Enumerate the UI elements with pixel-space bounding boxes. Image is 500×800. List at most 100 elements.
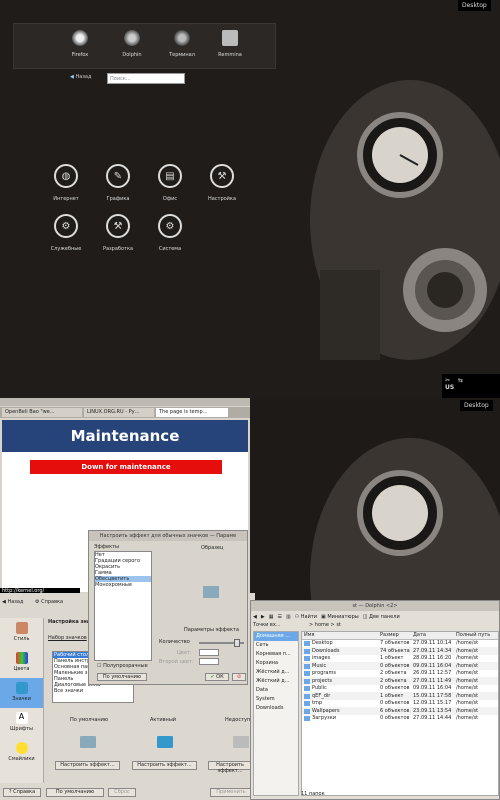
file-size: 74 объекта [380, 647, 410, 654]
table-row[interactable]: projects 2 объекта 27.09.11 11:49/home/st [302, 677, 498, 685]
col-size[interactable]: Размер [380, 632, 413, 638]
desktop-widget-badge-2[interactable]: Desktop [460, 400, 493, 411]
tray-network-icon[interactable]: ✂ [445, 377, 450, 384]
nav-help-button[interactable]: ⚙ Справка [35, 599, 63, 605]
back-arrow-icon: ◀ [70, 74, 74, 80]
thumbnails-button[interactable]: ▣ Миниатюры [321, 614, 359, 620]
icon-sets-tab[interactable]: Набор значков [48, 635, 87, 641]
table-row[interactable]: Wallpapers 6 объектов 23.09.11 13:54/home/… [302, 707, 498, 715]
table-row[interactable]: tmp 0 объектов 12.09.11 15:17/home/st [302, 700, 498, 708]
category-system[interactable]: ⚙ Система [145, 214, 195, 252]
sidebar-item-fonts[interactable]: A Шрифты [0, 708, 43, 738]
places-header: Точки вх... [253, 622, 281, 628]
place-home[interactable]: Домашняя ... [254, 632, 298, 641]
table-row[interactable]: Public 0 объектов 09.09.11 16:04/home/st [302, 685, 498, 693]
category-settings[interactable]: ⚒ Настройка [197, 164, 247, 202]
effects-list[interactable]: Нет Градации серого Окрасить Гамма Обесц… [94, 551, 152, 661]
view-icons-icon[interactable]: ▦ [269, 614, 274, 620]
set-effect-disabled-button[interactable]: Настроить эффект... [208, 761, 252, 774]
back-label: Назад [75, 74, 92, 80]
sidebar-item-emoticons[interactable]: Смайлики [0, 738, 43, 768]
file-size: 0 объектов [380, 715, 410, 722]
set-effect-active-button[interactable]: Настроить эффект... [132, 761, 197, 770]
set-effect-default-button[interactable]: Настроить эффект... [55, 761, 120, 770]
dolphin-titlebar: st — Dolphin <2> [251, 601, 499, 611]
back-button[interactable]: ◀ Назад [70, 74, 91, 80]
category-development[interactable]: ⚒ Разработка [93, 214, 143, 252]
table-row[interactable]: qEF_dir 1 объект 15.09.11 17:58/home/st [302, 692, 498, 700]
table-row[interactable]: images 1 объект 28.09.11 16:20/home/st [302, 655, 498, 663]
favorite-firefox[interactable]: Firefox [55, 30, 105, 58]
help-button[interactable]: ? Справка [3, 788, 41, 797]
search-label: Найти [300, 613, 317, 620]
category-office[interactable]: ▤ Офис [145, 164, 195, 202]
place-downloads[interactable]: Downloads [254, 704, 298, 713]
tab-maintenance[interactable]: The page is temp... [156, 408, 228, 417]
place-system[interactable]: System [254, 695, 298, 704]
back-icon[interactable]: ◀ [253, 614, 257, 620]
split-icon: ◫ [362, 613, 368, 620]
sidebar-item-style[interactable]: Стиль [0, 618, 43, 648]
file-list: Имя Размер Дата Полный путь Desktop 7 объ… [301, 631, 499, 796]
tab-linux-org[interactable]: LINUX.ORG.RU - Ру... [84, 408, 154, 417]
nav-help-label: Справка [41, 599, 64, 605]
apply-button[interactable]: Применить [210, 788, 252, 797]
effects-label: Эффекты [94, 544, 119, 550]
sidebar-item-icons[interactable]: Значки [0, 678, 43, 708]
place-disk2[interactable]: Жёсткий д... [254, 677, 298, 686]
sidebar-item-colors[interactable]: Цвета [0, 648, 43, 678]
favorite-remmina[interactable]: Remmina [205, 30, 255, 58]
effect-item[interactable]: Монохромные [95, 582, 151, 588]
search-button[interactable]: ⚇ Найти [295, 614, 317, 620]
list-item[interactable]: Все значки [53, 688, 133, 694]
file-size: 0 объектов [380, 700, 410, 707]
category-internet[interactable]: ◍ Интернет [41, 164, 91, 202]
view-columns-icon[interactable]: ▥ [286, 614, 291, 620]
favorite-terminal[interactable]: Терминал [157, 30, 207, 58]
maintenance-banner: Down for maintenance [30, 460, 222, 474]
table-row[interactable]: Music 0 объектов 09.09.11 16:04/home/st [302, 662, 498, 670]
semi-checkbox[interactable]: ☐ Полупрозрачные [97, 663, 148, 669]
col-date[interactable]: Дата [413, 632, 456, 638]
folder-preview-active [157, 736, 173, 748]
keyboard-layout[interactable]: US [445, 384, 454, 391]
binoculars-icon: ⚇ [294, 613, 300, 620]
table-row[interactable]: programs 2 объекта 26.09.11 12:57/home/st [302, 670, 498, 678]
col-name[interactable]: Имя [302, 632, 380, 638]
split-label: Две панели [369, 613, 400, 620]
split-button[interactable]: ◫ Две панели [363, 614, 400, 620]
tools-icon: ⚒ [106, 214, 130, 238]
place-network[interactable]: Сеть [254, 641, 298, 650]
effect-ok-button[interactable]: ✔ ОК [205, 673, 229, 681]
color-picker[interactable] [199, 649, 219, 656]
search-input[interactable]: Поиск... [107, 73, 185, 84]
browser-tabbar: OpenBeli Bao "we... LINUX.ORG.RU - Ру...… [0, 407, 250, 418]
favorite-dolphin[interactable]: Dolphin [107, 30, 157, 58]
effect-defaults-button[interactable]: По умолчанию [97, 673, 147, 681]
tray-usb-icon[interactable]: ⇆ [458, 377, 463, 384]
table-row[interactable]: Загрузки 0 объектов 27.09.11 14:44/home/st [302, 715, 498, 723]
file-name: Wallpapers [302, 707, 380, 714]
forward-icon[interactable]: ▶ [261, 614, 265, 620]
effect-cancel-button[interactable]: ⊘ [232, 673, 246, 681]
place-trash[interactable]: Корзина [254, 659, 298, 668]
file-path: /home/st [456, 700, 479, 707]
breadcrumb[interactable]: > home > st [309, 622, 341, 628]
defaults-button[interactable]: По умолчанию [46, 788, 104, 797]
category-utilities[interactable]: ⚙ Служебные [41, 214, 91, 252]
place-data[interactable]: Data [254, 686, 298, 695]
table-row[interactable]: Downloads 74 объекта 27.09.11 14:34/home/s… [302, 647, 498, 655]
params-label: Параметры эффекта [184, 627, 239, 633]
col-path[interactable]: Полный путь [456, 632, 496, 638]
place-root[interactable]: Корневая п... [254, 650, 298, 659]
desktop-widget-badge[interactable]: Desktop [458, 0, 491, 11]
category-graphics[interactable]: ✎ Графика [93, 164, 143, 202]
amount-slider-handle[interactable] [234, 639, 240, 647]
view-details-icon[interactable]: ☰ [277, 614, 281, 620]
table-row[interactable]: Desktop 7 объектов 27.09.11 10:14/home/st [302, 640, 498, 648]
tab-openbeli[interactable]: OpenBeli Bao "we... [2, 408, 82, 417]
reset-button[interactable]: Сброс [108, 788, 136, 797]
place-disk1[interactable]: Жёсткий д... [254, 668, 298, 677]
nav-back-button[interactable]: ◀ Назад [2, 599, 23, 605]
color2-picker[interactable] [199, 658, 219, 665]
